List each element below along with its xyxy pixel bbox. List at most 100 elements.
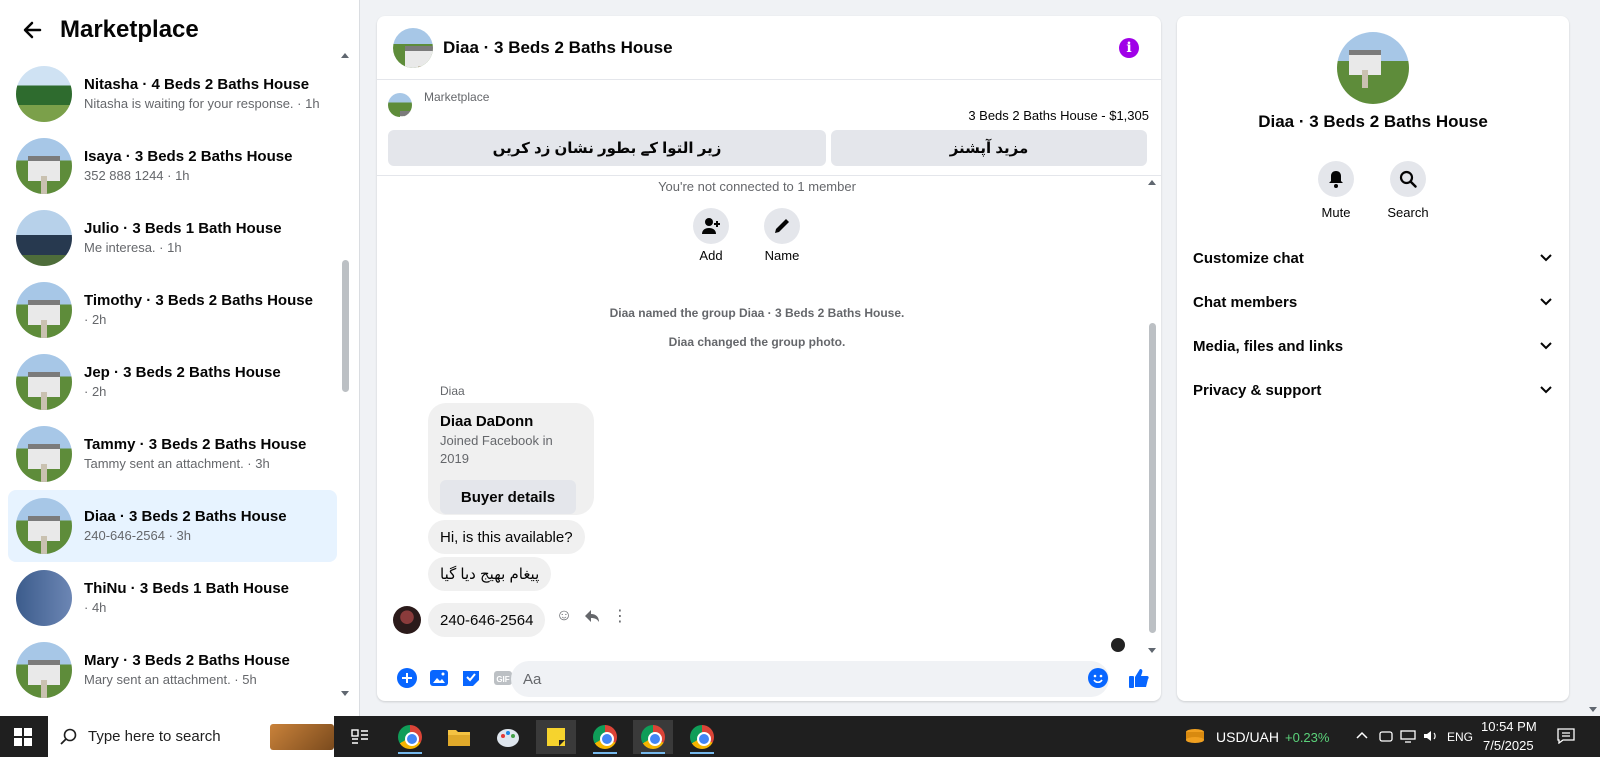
plus-icon[interactable] bbox=[397, 668, 417, 688]
chrome-profile-3-icon[interactable] bbox=[633, 720, 673, 754]
emoji-icon[interactable] bbox=[1088, 668, 1108, 688]
conversation-preview: Mary sent an attachment. · 5h bbox=[84, 672, 257, 687]
currency-change: +0.23% bbox=[1285, 730, 1330, 745]
rename-button[interactable] bbox=[764, 208, 800, 244]
listing-thumbnail[interactable] bbox=[388, 93, 412, 117]
chrome-profile-2-icon[interactable] bbox=[585, 720, 625, 754]
message-input[interactable] bbox=[511, 661, 1109, 697]
conversation-thumbnail bbox=[16, 426, 72, 482]
chrome-profile-4-icon[interactable] bbox=[682, 720, 722, 754]
scroll-up-arrow-icon[interactable] bbox=[341, 53, 349, 58]
photo-icon[interactable] bbox=[429, 668, 449, 688]
gif-icon[interactable]: GIF bbox=[493, 668, 513, 688]
media-files-links-row[interactable]: Media, files and links bbox=[1193, 331, 1553, 361]
language-indicator[interactable]: ENG bbox=[1447, 730, 1473, 744]
conversation-item[interactable]: Jep · 3 Beds 2 Baths House · 2h bbox=[8, 346, 337, 418]
notifications-icon[interactable] bbox=[1557, 728, 1575, 747]
add-member-button[interactable] bbox=[693, 208, 729, 244]
conversation-item[interactable]: Tammy · 3 Beds 2 Baths House Tammy sent a… bbox=[8, 418, 337, 490]
conversation-thumbnail bbox=[16, 570, 72, 626]
react-smiley-icon[interactable]: ☺ bbox=[555, 607, 573, 625]
volume-icon[interactable] bbox=[1423, 729, 1439, 746]
search-chat-button[interactable]: Search bbox=[1378, 161, 1438, 220]
conversation-text: Timothy · 3 Beds 2 Baths House · 2h bbox=[84, 291, 313, 329]
meet-now-icon[interactable] bbox=[1379, 729, 1393, 746]
chat-panel: Diaa · 3 Beds 2 Baths House i Marketplac… bbox=[377, 16, 1161, 701]
chat-scroll-down-icon[interactable] bbox=[1148, 648, 1156, 653]
pencil-icon bbox=[775, 219, 789, 233]
sidebar-scrollbar[interactable] bbox=[342, 260, 349, 392]
conversation-preview: 352 888 1244 · 1h bbox=[84, 168, 190, 183]
windows-start-icon[interactable] bbox=[14, 728, 32, 746]
chrome-app-icon[interactable] bbox=[390, 720, 430, 754]
conversation-thumbnail bbox=[16, 498, 72, 554]
search-icon bbox=[1390, 161, 1426, 197]
conversation-name: Mary · 3 Beds 2 Baths House bbox=[84, 652, 290, 669]
info-icon[interactable]: i bbox=[1119, 38, 1139, 58]
back-arrow-icon[interactable] bbox=[20, 18, 44, 42]
conversation-text: Isaya · 3 Beds 2 Baths House 352 888 1244… bbox=[84, 147, 292, 185]
taskbar-search-placeholder: Type here to search bbox=[88, 728, 221, 745]
customize-chat-row[interactable]: Customize chat bbox=[1193, 243, 1553, 273]
file-explorer-icon[interactable] bbox=[439, 720, 479, 754]
chat-avatar[interactable] bbox=[393, 27, 433, 68]
bell-icon bbox=[1318, 161, 1354, 197]
message-bubble[interactable]: 240-646-2564 bbox=[428, 603, 546, 637]
chat-members-row[interactable]: Chat members bbox=[1193, 287, 1553, 317]
sidebar-title: Marketplace bbox=[60, 16, 199, 43]
conversation-item[interactable]: Timothy · 3 Beds 2 Baths House · 2h bbox=[8, 274, 337, 346]
conversation-sidebar: Marketplace Nitasha · 4 Beds 2 Baths Hou… bbox=[0, 0, 360, 716]
conversation-item[interactable]: Nitasha · 4 Beds 2 Baths House Nitasha is… bbox=[8, 58, 337, 130]
chat-scroll-up-icon[interactable] bbox=[1148, 180, 1156, 185]
more-vertical-icon[interactable]: ⋮ bbox=[611, 607, 629, 625]
conversation-item[interactable]: Isaya · 3 Beds 2 Baths House 352 888 1244… bbox=[8, 130, 337, 202]
paint-app-icon[interactable] bbox=[488, 720, 528, 754]
chat-title[interactable]: Diaa · 3 Beds 2 Baths House bbox=[443, 38, 673, 58]
buyer-details-button[interactable]: Buyer details bbox=[440, 480, 576, 514]
group-avatar[interactable] bbox=[1337, 32, 1409, 104]
mute-button[interactable]: Mute bbox=[1306, 161, 1366, 220]
currency-pair[interactable]: USD/UAH bbox=[1216, 729, 1279, 745]
scroll-down-arrow-icon[interactable] bbox=[341, 691, 349, 696]
chevron-down-icon bbox=[1540, 386, 1552, 394]
buyer-name: Diaa DaDonn bbox=[440, 413, 534, 430]
conversation-list: Nitasha · 4 Beds 2 Baths House Nitasha is… bbox=[8, 58, 337, 706]
message-bubble[interactable]: Hi, is this available? bbox=[428, 520, 585, 554]
chat-scrollbar[interactable] bbox=[1149, 323, 1156, 633]
chevron-down-icon bbox=[1540, 298, 1552, 306]
name-label: Name bbox=[764, 248, 800, 263]
conversation-item[interactable]: Diaa · 3 Beds 2 Baths House 240-646-2564 … bbox=[8, 490, 337, 562]
sender-avatar[interactable] bbox=[393, 606, 421, 634]
task-view-icon[interactable] bbox=[340, 720, 380, 754]
message-composer: GIF bbox=[377, 656, 1161, 700]
thumbs-up-icon[interactable] bbox=[1127, 666, 1151, 690]
listing-title-price[interactable]: 3 Beds 2 Baths House - $1,305 bbox=[968, 108, 1149, 123]
conversation-name: Jep · 3 Beds 2 Baths House bbox=[84, 364, 281, 381]
conversation-text: Diaa · 3 Beds 2 Baths House 240-646-2564 … bbox=[84, 507, 287, 545]
clock-time[interactable]: 10:54 PM bbox=[1481, 719, 1537, 734]
clock-date[interactable]: 7/5/2025 bbox=[1483, 738, 1534, 753]
mark-pending-button[interactable]: زیر التوا کے بطور نشان زد کریں bbox=[388, 130, 826, 166]
conversation-thumbnail bbox=[16, 138, 72, 194]
conversation-name: Julio · 3 Beds 1 Bath House bbox=[84, 220, 282, 237]
sticky-notes-icon[interactable] bbox=[536, 720, 576, 754]
chevron-up-icon[interactable] bbox=[1356, 729, 1368, 745]
reply-icon[interactable] bbox=[583, 607, 601, 625]
conversation-text: Mary · 3 Beds 2 Baths House Mary sent an … bbox=[84, 651, 290, 689]
privacy-support-row[interactable]: Privacy & support bbox=[1193, 375, 1553, 405]
sticker-icon[interactable] bbox=[461, 668, 481, 688]
currency-widget-icon[interactable] bbox=[1184, 727, 1206, 748]
conversation-item[interactable]: ThiNu · 3 Beds 1 Bath House · 4h bbox=[8, 562, 337, 634]
details-title: Diaa · 3 Beds 2 Baths House bbox=[1258, 112, 1488, 131]
conversation-name: ThiNu · 3 Beds 1 Bath House bbox=[84, 580, 290, 597]
conversation-item[interactable]: Julio · 3 Beds 1 Bath House Me interesa. … bbox=[8, 202, 337, 274]
page-scroll-down-icon[interactable] bbox=[1589, 707, 1597, 712]
taskbar-search[interactable]: Type here to search bbox=[48, 716, 334, 757]
search-label: Search bbox=[1387, 205, 1429, 220]
conversation-text: ThiNu · 3 Beds 1 Bath House · 4h bbox=[84, 579, 289, 617]
conversation-text: Tammy · 3 Beds 2 Baths House Tammy sent a… bbox=[84, 435, 306, 473]
message-bubble[interactable]: پیغام بھیج دیا گیا bbox=[428, 557, 552, 591]
conversation-item[interactable]: Mary · 3 Beds 2 Baths House Mary sent an … bbox=[8, 634, 337, 706]
more-options-button[interactable]: مزید آپشنز bbox=[831, 130, 1147, 166]
network-icon[interactable] bbox=[1400, 729, 1416, 746]
